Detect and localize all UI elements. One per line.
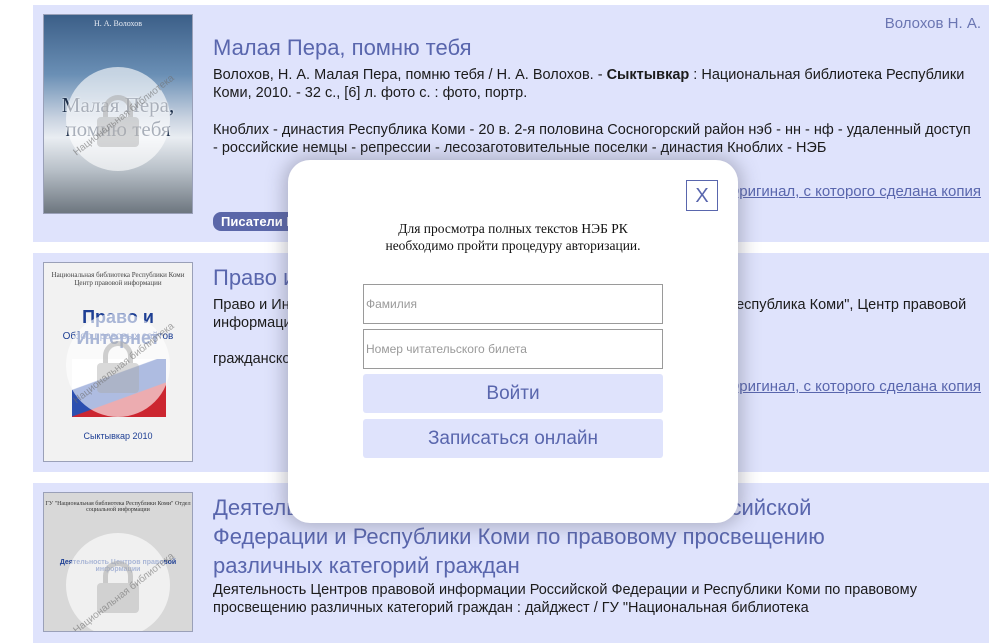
library-card-input[interactable] — [363, 329, 663, 369]
result-author[interactable]: Волохов Н. А. — [885, 15, 981, 32]
cover-publisher: ГУ "Национальная библиотека Республики К… — [45, 501, 191, 513]
result-keywords: Кноблих - династия Республика Коми - 20 … — [213, 122, 971, 156]
cover-year: Сыктывкар 2010 — [83, 431, 153, 441]
book-cover[interactable]: ГУ "Национальная библиотека Республики К… — [43, 492, 193, 632]
original-copy-link[interactable]: Оригинал, с которого сделана копия — [728, 183, 981, 200]
auth-message: Для просмотра полных текстов НЭБ РК необ… — [385, 221, 641, 253]
result-description: Деятельность Центров правовой информации… — [213, 582, 917, 616]
register-online-button[interactable]: Записаться онлайн — [363, 419, 663, 458]
cover-author: Н. А. Волохов — [93, 19, 143, 28]
auth-modal: X Для просмотра полных текстов НЭБ РК не… — [288, 160, 738, 523]
result-description: Волохов, Н. А. Малая Пера, помню тебя / … — [213, 67, 965, 101]
result-title[interactable]: Малая Пера, помню тебя — [213, 33, 472, 62]
cover-publisher: Национальная библиотека Республики Коми … — [51, 271, 185, 287]
lock-icon — [66, 533, 170, 631]
login-button[interactable]: Войти — [363, 374, 663, 413]
original-copy-link[interactable]: Оригинал, с которого сделана копия — [728, 378, 981, 395]
book-cover[interactable]: Н. А. Волохов Малая Пера, помню тебя Нац… — [43, 14, 193, 214]
surname-input[interactable] — [363, 284, 663, 324]
book-cover[interactable]: Национальная библиотека Республики Коми … — [43, 262, 193, 462]
close-button[interactable]: X — [686, 180, 718, 211]
